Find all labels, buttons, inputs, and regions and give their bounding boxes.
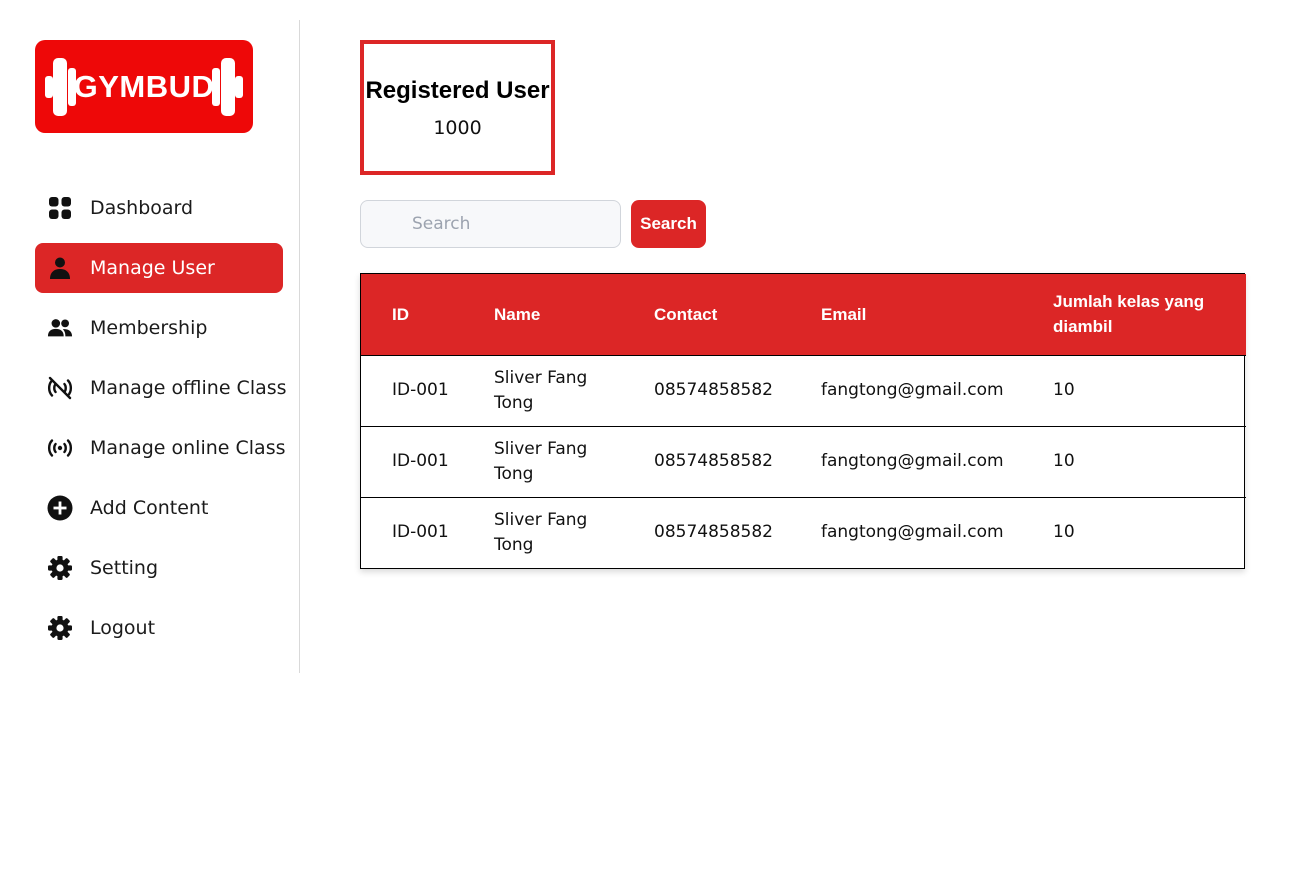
search-button[interactable]: Search [631,200,706,248]
logo-text: GYMBUD [73,68,215,104]
table-row[interactable]: ID-001 Sliver Fang Tong 08574858582 fang… [361,497,1246,568]
cell-id: ID-001 [392,451,449,471]
column-header-id[interactable]: ID [361,274,463,355]
sidebar-item-label: Membership [90,317,208,339]
cell-id: ID-001 [392,380,449,400]
sidebar-nav: Dashboard Manage User Membership Manage … [35,183,287,663]
cell-email: fangtong@gmail.com [821,380,1004,400]
cell-email: fangtong@gmail.com [821,451,1004,471]
cell-jumlah-kelas: 10 [1053,380,1075,400]
cell-contact: 08574858582 [654,380,773,400]
gear-icon [47,615,73,641]
sidebar-item-manage-user[interactable]: Manage User [35,243,283,293]
cell-id: ID-001 [392,522,449,543]
stat-value: 1000 [433,116,482,139]
cell-jumlah-kelas: 10 [1053,451,1075,471]
user-icon [47,255,73,281]
cell-name: Sliver Fang Tong [494,438,588,484]
sidebar-item-label: Setting [90,557,159,579]
sidebar-item-label: Logout [90,617,156,639]
table-header-row: ID Name Contact Email Jumlah kelas yang … [361,274,1246,355]
column-header-name[interactable]: Name [463,274,623,355]
column-header-email[interactable]: Email [790,274,1022,355]
column-header-jumlah-kelas[interactable]: Jumlah kelas yang diambil [1022,274,1246,355]
gymbud-logo[interactable]: GYMBUD [35,40,253,133]
users-icon [47,315,73,341]
sidebar-item-label: Add Content [90,497,209,519]
table-row[interactable]: ID-001 Sliver Fang Tong 08574858582 fang… [361,426,1246,497]
gear-icon [47,555,73,581]
search-input[interactable] [360,200,621,248]
grid-icon [47,195,73,221]
cell-contact: 08574858582 [654,522,773,543]
cell-name: Sliver Fang Tong [494,509,588,555]
sidebar-item-add-content[interactable]: Add Content [35,483,283,533]
broadcast-off-icon [47,375,73,401]
cell-email: fangtong@gmail.com [821,522,1004,543]
sidebar-item-label: Manage online Class [90,437,286,459]
sidebar-item-membership[interactable]: Membership [35,303,283,353]
plus-circle-icon [47,495,73,521]
registered-user-card: Registered User 1000 [360,40,555,175]
column-header-contact[interactable]: Contact [623,274,790,355]
sidebar-item-manage-online-class[interactable]: Manage online Class [35,423,286,473]
table-row[interactable]: ID-001 Sliver Fang Tong 08574858582 fang… [361,355,1246,426]
sidebar-item-setting[interactable]: Setting [35,543,283,593]
sidebar-item-label: Manage offline Class [90,377,287,399]
sidebar-item-dashboard[interactable]: Dashboard [35,183,283,233]
sidebar-item-logout[interactable]: Logout [35,603,283,653]
stat-title: Registered User [365,76,550,104]
cell-jumlah-kelas: 10 [1053,522,1075,543]
cell-contact: 08574858582 [654,451,773,471]
cell-name: Sliver Fang Tong [494,367,588,413]
sidebar: GYMBUD Dashboard Manage User Membership … [0,20,300,673]
sidebar-item-label: Manage User [90,257,215,279]
sidebar-item-label: Dashboard [90,197,194,219]
broadcast-icon [47,435,73,461]
sidebar-item-manage-offline-class[interactable]: Manage offline Class [35,363,287,413]
user-table: ID Name Contact Email Jumlah kelas yang … [360,273,1246,569]
